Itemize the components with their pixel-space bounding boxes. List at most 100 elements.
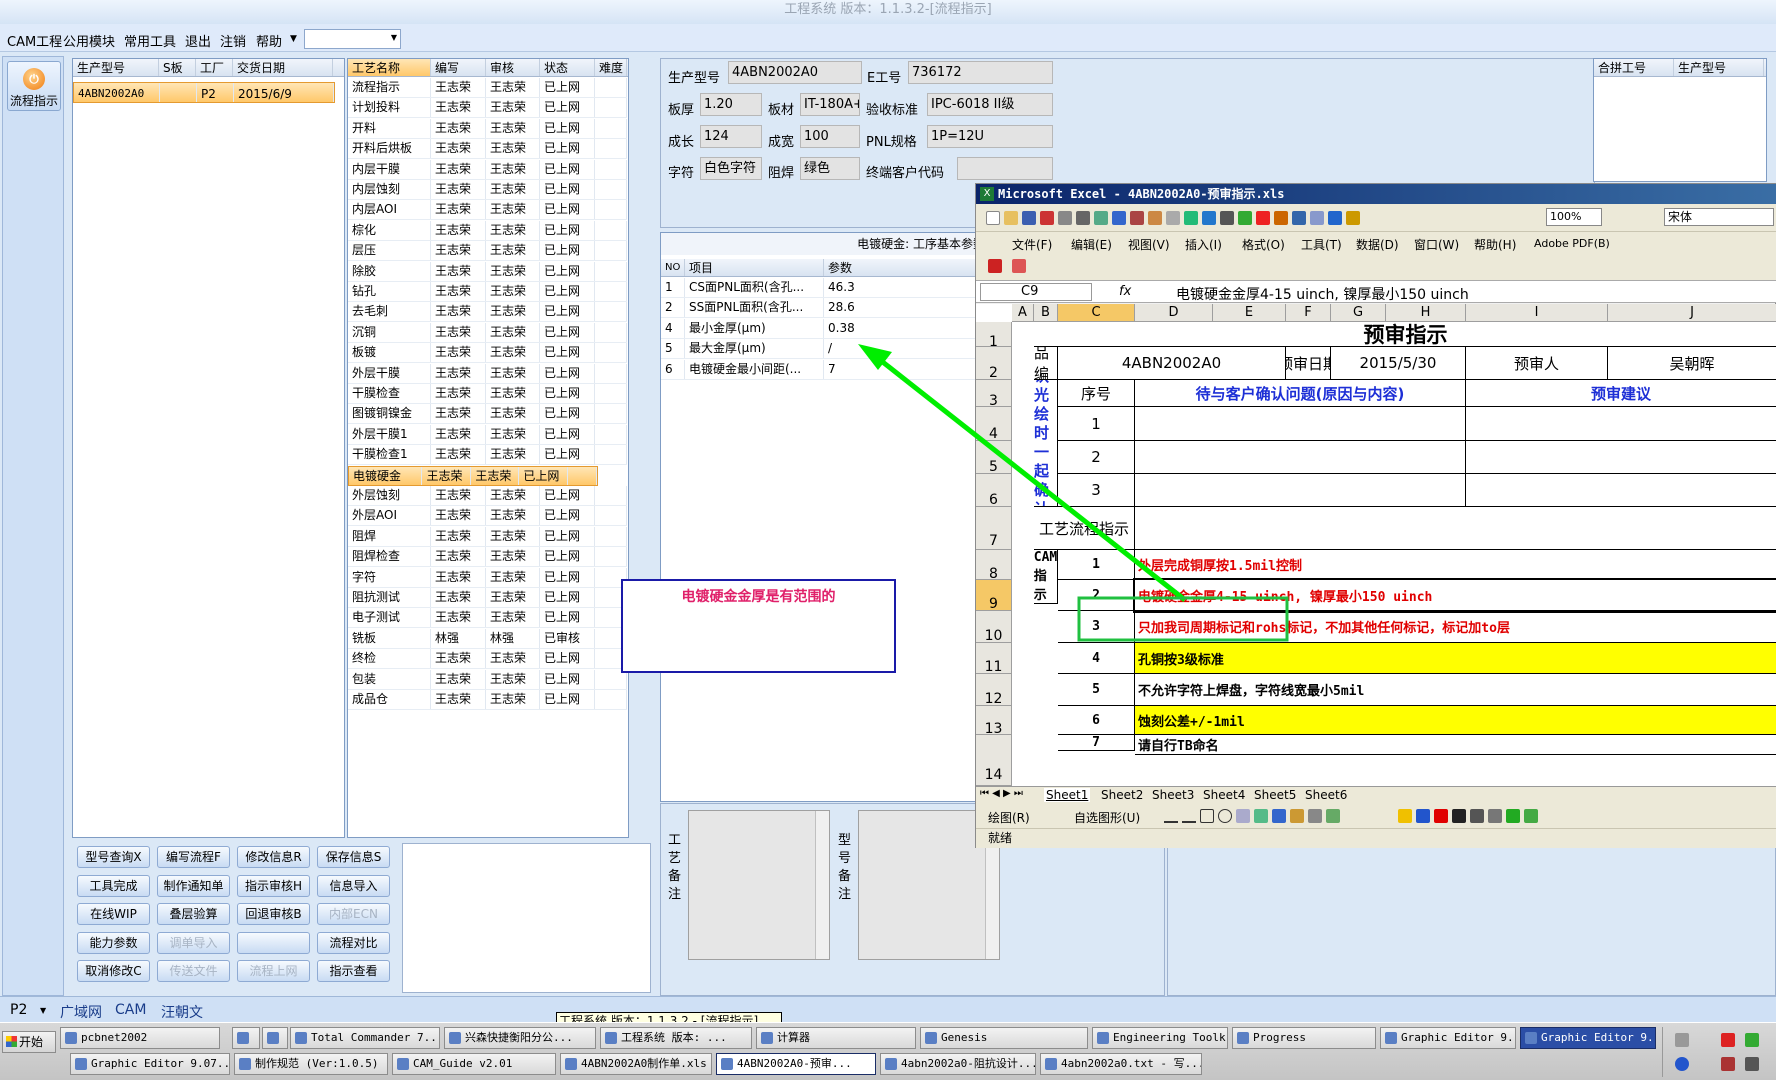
col-merge-model[interactable]: 生产型号 [1674,59,1764,76]
sheet-cell[interactable]: 2015/5/30 [1331,347,1466,380]
row-header[interactable]: 14 [976,735,1012,786]
table-row[interactable]: 6 电镀硬金最小间距(... 7 [661,359,989,380]
sheet-cell[interactable]: 序号 [1058,380,1135,407]
column-header[interactable]: C [1058,304,1135,322]
sheet-cell[interactable]: 只加我司周期标记和rohs标记，不加其他任何标记，标记加to层 [1135,611,1776,643]
plant-select[interactable]: P2 [10,1002,27,1018]
field-material[interactable]: IT-180A+ [800,93,860,116]
table-row[interactable]: 铣板 林强 林强 已审核 [348,628,627,649]
action-button[interactable]: 制作通知单 [157,874,230,897]
action-button[interactable]: 流程对比 [317,931,390,954]
col-process[interactable]: 工艺名称 [348,59,431,76]
column-header[interactable]: A [1012,304,1034,322]
taskbar-item[interactable] [232,1027,260,1049]
row-header[interactable]: 12 [976,674,1012,707]
sheet-tab-5[interactable]: Sheet5 [1254,788,1296,802]
excel-menu-edit[interactable]: 编辑(E) [1071,236,1112,253]
tray-icon[interactable] [1721,1033,1735,1047]
col-no[interactable]: NO [661,259,685,276]
name-box[interactable]: C9 [980,283,1092,301]
field-pnl[interactable]: 1P=12U [927,125,1053,148]
field-standard[interactable]: IPC-6018 II级 [927,93,1053,116]
action-button[interactable]: 工具完成 [77,874,150,897]
sheet-tab-3[interactable]: Sheet3 [1152,788,1194,802]
tray-icon[interactable] [1745,1033,1759,1047]
table-row[interactable]: 内层干膜 王志荣 王志荣 已上网 [348,159,627,180]
toolbar-icons[interactable] [984,210,1362,225]
column-header[interactable]: J [1608,304,1776,322]
sheet-cell[interactable] [1135,407,1466,441]
sheet-cell[interactable] [1466,407,1776,441]
row-header[interactable]: 8 [976,550,1012,582]
column-header[interactable]: B [1034,304,1058,322]
sheet-cell[interactable]: 5 [1058,674,1135,706]
table-row[interactable]: 内层AOI 王志荣 王志荣 已上网 [348,200,627,221]
table-row[interactable]: 电镀硬金 王志荣 王志荣 已上网 [348,465,598,486]
help-icon[interactable] [1675,1057,1689,1071]
table-row[interactable]: 开料 王志荣 王志荣 已上网 [348,118,627,139]
sheet-cell[interactable]: 产品编号 [1034,347,1058,380]
sheet-cell[interactable] [1135,441,1466,474]
sheet-cell[interactable]: 预审建议 [1466,380,1776,407]
sheet-title[interactable]: 预审指示 [1034,322,1776,347]
taskbar-item[interactable]: 兴森快捷衡阳分公... [444,1027,596,1049]
action-button[interactable]: 传送文件 [157,960,230,982]
field-customer[interactable] [957,157,1053,180]
table-row[interactable]: 外层AOI 王志荣 王志荣 已上网 [348,506,627,527]
sheet-cell[interactable]: 预审人 [1466,347,1608,380]
taskbar-item[interactable]: Progress [1232,1027,1376,1049]
table-row[interactable]: 沉铜 王志荣 王志荣 已上网 [348,322,627,343]
sheet-cell[interactable]: 吴朝晖 [1608,347,1776,380]
action-button[interactable]: 信息导入 [317,874,390,897]
taskbar-item[interactable]: Graphic Editor 9.... [1380,1027,1516,1049]
row-header[interactable]: 6 [976,474,1012,508]
column-header[interactable]: E [1213,304,1286,322]
action-button[interactable]: 型号查询X [77,846,150,868]
sheet-cell[interactable]: 待确认光绘时一起确认问题 [1034,380,1058,507]
table-row[interactable]: 钻孔 王志荣 王志荣 已上网 [348,282,627,302]
action-button[interactable]: 回退审核B [237,903,310,925]
taskbar-item[interactable]: 4abn2002a0-阻抗设计... [880,1053,1036,1075]
table-row[interactable]: 5 最大金厚(μm) / [661,339,989,360]
pdf-mail-icon[interactable] [1012,259,1026,273]
menu-common[interactable]: 公用模块 [63,31,115,50]
table-row[interactable]: 外层蚀刻 王志荣 王志荣 已上网 [348,486,627,506]
excel-menu-tools[interactable]: 工具(T) [1301,236,1342,253]
sheet-cell[interactable]: 7 [1058,735,1135,751]
col-date[interactable]: 交货日期 [233,59,333,76]
sheet-cell[interactable]: 2 [1058,441,1135,474]
taskbar-item[interactable]: 制作规范 (Ver:1.0.5) [234,1053,388,1075]
column-header[interactable]: F [1286,304,1331,322]
taskbar-item[interactable]: Graphic Editor 9.07... [70,1053,230,1075]
table-row[interactable]: 终检 王志荣 王志荣 已上网 [348,649,627,670]
menu-logout[interactable]: 注销 [220,31,246,50]
table-row[interactable]: 棕化 王志荣 王志荣 已上网 [348,220,627,241]
taskbar-item[interactable] [262,1027,288,1049]
sheet-cell[interactable]: 1 [1058,407,1135,441]
sheet-cell[interactable]: 3 [1058,611,1135,643]
table-row[interactable]: 字符 王志荣 王志荣 已上网 [348,567,627,588]
table-row[interactable]: 干膜检查 王志荣 王志荣 已上网 [348,384,627,404]
field-char[interactable]: 白色字符 [700,157,762,180]
process-remark-box[interactable] [688,810,830,960]
sheet-cell[interactable] [1466,441,1776,474]
action-button[interactable]: 内部ECN [317,903,390,925]
sheet-tab-2[interactable]: Sheet2 [1101,788,1143,802]
row-header[interactable]: 9 [976,580,1012,612]
formula-content[interactable]: 电镀硬金金厚4-15 uinch, 镍厚最小150 uinch [1176,284,1469,304]
column-header[interactable]: H [1386,304,1466,322]
excel-menu-data[interactable]: 数据(D) [1356,236,1399,253]
sheet-cell[interactable]: 1 [1058,550,1135,580]
table-row[interactable]: 2 SS面PNL面积(含孔... 28.6 [661,298,989,319]
taskbar-item[interactable]: 4abn2002a0.txt - 写... [1040,1053,1202,1075]
taskbar-item[interactable]: CAM_Guide v2.01 [392,1053,556,1075]
menu-help[interactable]: 帮助 [256,31,282,50]
field-model[interactable]: 4ABN2002A0 [728,61,862,84]
pdf-icon[interactable] [988,259,1002,273]
taskbar-item[interactable]: 计算器 [756,1027,916,1049]
sheet-cell[interactable]: 请自行TB命名 [1135,735,1776,755]
sheet-grid[interactable]: ABCDEFGHIJ1234567891011121314预审指示产品编号4AB… [976,304,1776,786]
sheet-cell[interactable] [1135,507,1776,550]
tab-nav-icons[interactable]: ⏮ ◀ ▶ ⏭ [980,788,1023,799]
table-row[interactable]: 外层干膜1 王志荣 王志荣 已上网 [348,424,627,445]
